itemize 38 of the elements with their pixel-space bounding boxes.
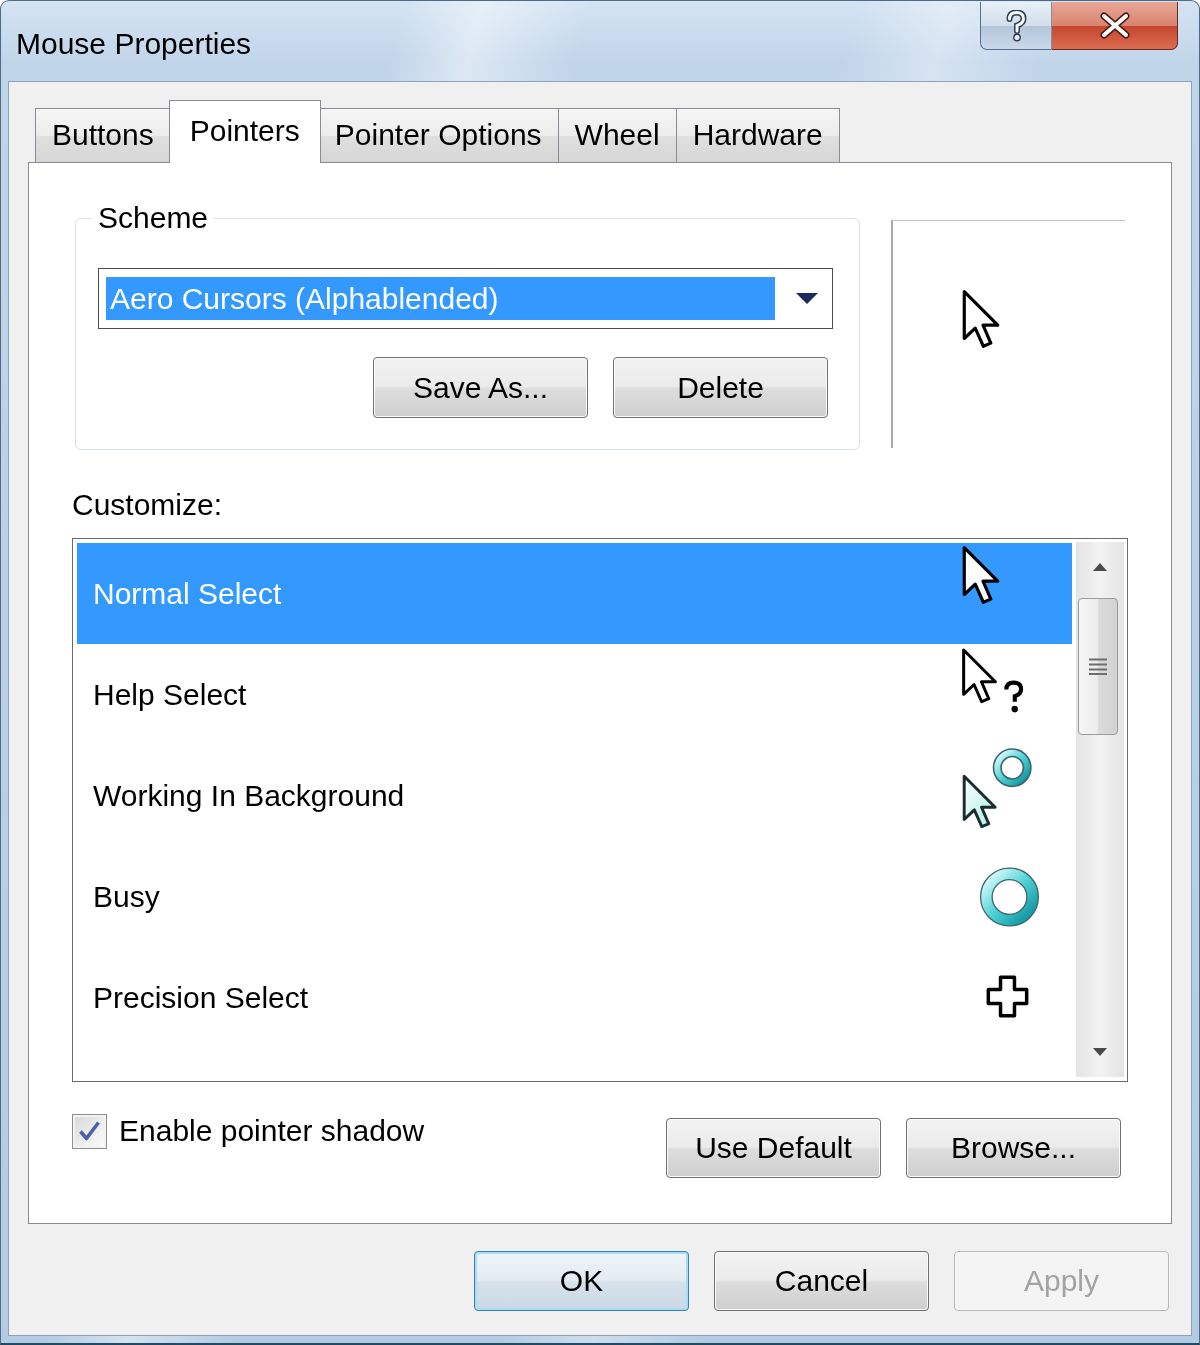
tab[interactable]: Pointers — [168, 100, 321, 163]
arrow-cursor-icon — [962, 290, 1000, 348]
ok-button[interactable]: OK — [474, 1251, 689, 1311]
tab[interactable]: Hardware — [675, 108, 840, 162]
list-item[interactable]: Help Select — [77, 644, 1072, 745]
save-as-button[interactable]: Save As... — [373, 357, 588, 418]
tab[interactable]: Buttons — [35, 108, 171, 162]
use-default-button[interactable]: Use Default — [666, 1118, 881, 1178]
cross-cursor-icon — [985, 975, 1030, 1018]
grip-icon — [1089, 658, 1107, 675]
checkbox-label[interactable]: Enable pointer shadow — [119, 1113, 425, 1149]
tab[interactable]: Wheel — [557, 108, 677, 162]
cursor-list[interactable]: Normal Select Help Select Working In Background Busy Precision Select — [72, 538, 1128, 1082]
list-item[interactable]: Busy — [77, 846, 1072, 947]
arrow-ring-cursor-icon — [962, 748, 1032, 828]
caret-down-icon — [796, 293, 818, 304]
group-title: Scheme — [97, 200, 210, 236]
delete-button[interactable]: Delete — [613, 357, 828, 418]
shadow-checkbox[interactable] — [72, 1113, 107, 1149]
browse-button[interactable]: Browse... — [906, 1118, 1121, 1178]
help-button[interactable] — [980, 2, 1052, 50]
close-button[interactable] — [1052, 2, 1178, 50]
list-item[interactable]: Working In Background — [77, 745, 1072, 846]
list-label: Customize: — [72, 487, 223, 523]
scrollbar[interactable] — [1076, 542, 1124, 1077]
ring-cursor-icon — [979, 866, 1040, 928]
list-item[interactable]: Precision Select — [77, 947, 1072, 1048]
caret-down-icon — [1093, 1048, 1107, 1056]
scrollbar-thumb[interactable] — [1078, 598, 1118, 735]
arrow-cursor-icon — [962, 546, 1000, 604]
caret-up-icon — [1093, 563, 1107, 571]
help-icon — [1005, 9, 1027, 42]
cancel-button[interactable]: Cancel — [714, 1251, 929, 1311]
window-title: Mouse Properties — [16, 26, 253, 62]
selected-value: Aero Cursors (Alphablended) — [106, 277, 775, 320]
help-cursor-icon — [962, 648, 1026, 715]
close-icon — [1098, 12, 1131, 39]
check-icon — [78, 1120, 101, 1142]
